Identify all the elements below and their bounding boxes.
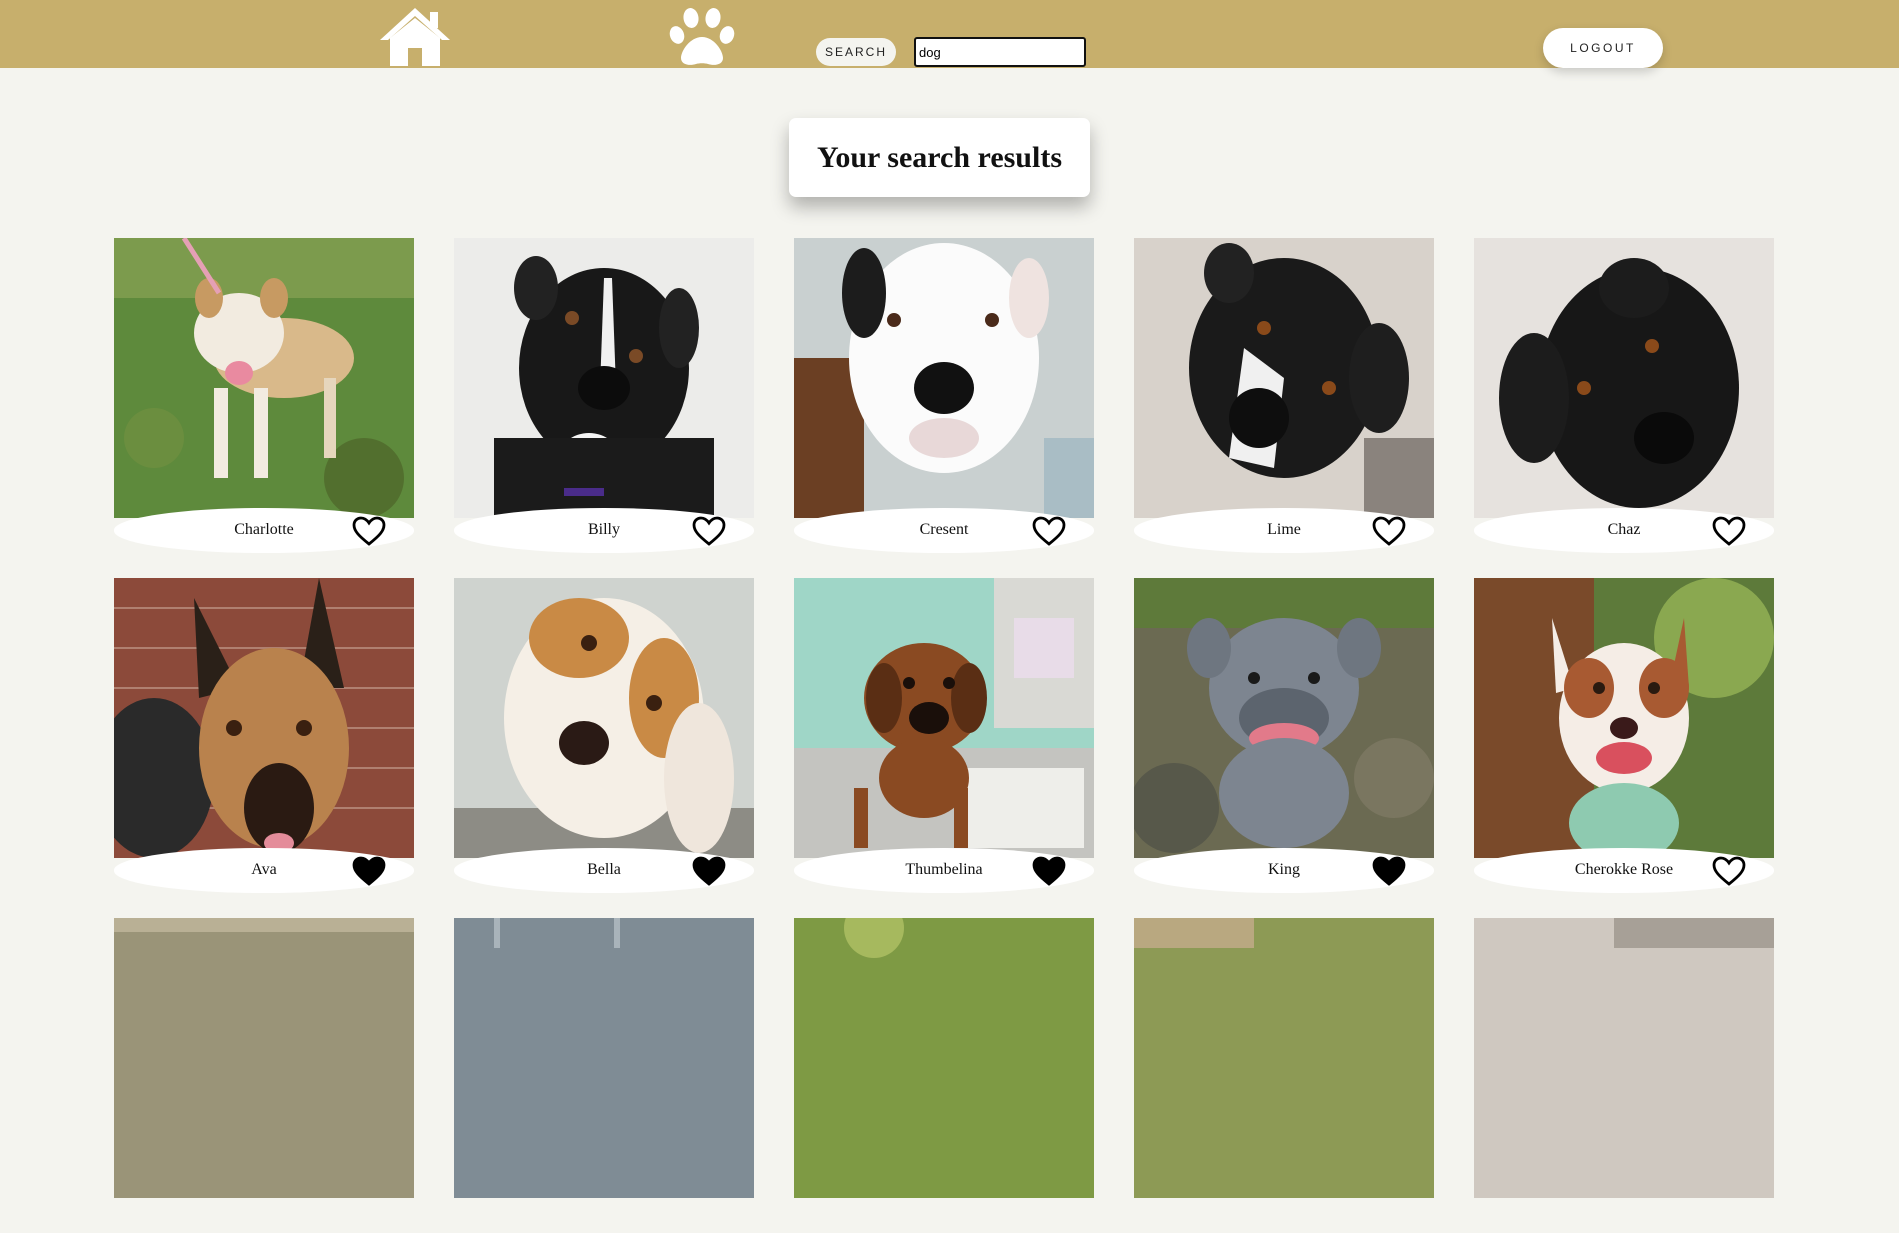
pet-card[interactable] xyxy=(1134,918,1434,1233)
pet-photo[interactable] xyxy=(1474,238,1774,518)
favorite-heart-icon[interactable] xyxy=(1031,515,1067,547)
favorite-heart-icon[interactable] xyxy=(691,515,727,547)
search-button[interactable]: SEARCH xyxy=(816,38,896,66)
pet-photo[interactable] xyxy=(1134,578,1434,858)
favorite-heart-icon[interactable] xyxy=(1711,855,1747,887)
favorite-heart-filled-icon[interactable] xyxy=(1031,855,1067,887)
pet-photo[interactable] xyxy=(114,918,414,1198)
pet-photo[interactable] xyxy=(1474,918,1774,1198)
pet-card[interactable]: Lime xyxy=(1134,238,1434,553)
pet-photo[interactable] xyxy=(794,578,1094,858)
results-heading-card: Your search results xyxy=(789,118,1090,197)
pet-photo[interactable] xyxy=(454,238,754,518)
pet-card[interactable]: Thumbelina xyxy=(794,578,1094,893)
pet-photo[interactable] xyxy=(794,918,1094,1198)
logout-button[interactable]: LOGOUT xyxy=(1543,28,1663,68)
favorite-heart-icon[interactable] xyxy=(351,515,387,547)
pet-card[interactable]: King xyxy=(1134,578,1434,893)
pet-card[interactable] xyxy=(454,918,754,1233)
favorite-heart-icon[interactable] xyxy=(1371,515,1407,547)
favorite-heart-filled-icon[interactable] xyxy=(1371,855,1407,887)
paw-icon[interactable] xyxy=(668,7,736,67)
pet-card[interactable] xyxy=(794,918,1094,1233)
pet-photo[interactable] xyxy=(454,918,754,1198)
pet-photo[interactable] xyxy=(454,578,754,858)
page-title: Your search results xyxy=(816,140,1062,174)
pet-card[interactable] xyxy=(114,918,414,1233)
top-nav-bar: SEARCH LOGOUT xyxy=(0,0,1899,68)
home-icon[interactable] xyxy=(378,6,452,66)
favorite-heart-filled-icon[interactable] xyxy=(691,855,727,887)
pet-card[interactable] xyxy=(1474,918,1774,1233)
pet-photo[interactable] xyxy=(114,578,414,858)
pet-card[interactable]: Cresent xyxy=(794,238,1094,553)
pet-photo[interactable] xyxy=(114,238,414,518)
favorite-heart-icon[interactable] xyxy=(1711,515,1747,547)
pet-photo[interactable] xyxy=(1134,918,1434,1198)
pet-card[interactable]: Charlotte xyxy=(114,238,414,553)
pet-card[interactable]: Billy xyxy=(454,238,754,553)
favorite-heart-filled-icon[interactable] xyxy=(351,855,387,887)
pet-card[interactable]: Ava xyxy=(114,578,414,893)
pet-card[interactable]: Bella xyxy=(454,578,754,893)
pet-card[interactable]: Cherokke Rose xyxy=(1474,578,1774,893)
pet-photo[interactable] xyxy=(1474,578,1774,858)
pet-photo[interactable] xyxy=(1134,238,1434,518)
search-input[interactable] xyxy=(914,37,1086,67)
pet-card[interactable]: Chaz xyxy=(1474,238,1774,553)
pet-photo[interactable] xyxy=(794,238,1094,518)
